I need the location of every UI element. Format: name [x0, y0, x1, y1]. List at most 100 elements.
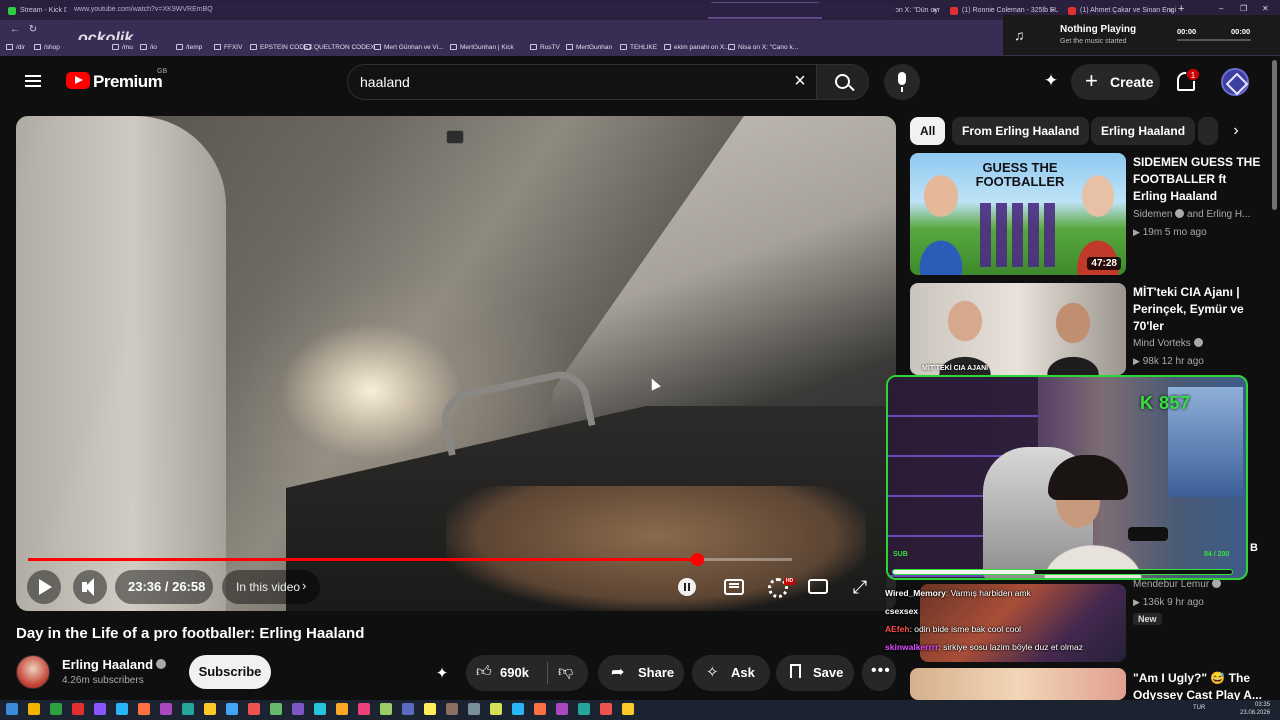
taskbar-app-icon[interactable] — [94, 703, 106, 715]
play-icon[interactable] — [27, 570, 61, 604]
taskbar-app-icon[interactable] — [226, 703, 238, 715]
taskbar-app-icon[interactable] — [28, 703, 40, 715]
volume-icon[interactable] — [73, 570, 107, 604]
taskbar-app-icon[interactable] — [182, 703, 194, 715]
recommended-channel[interactable]: Sidemen and Erling H... — [1133, 209, 1250, 220]
taskbar-app-icon[interactable] — [6, 703, 18, 715]
autoplay-pause-icon[interactable] — [674, 574, 700, 600]
chip-from-erling-haaland[interactable]: From Erling Haaland — [952, 117, 1090, 145]
back-icon[interactable]: ← — [8, 23, 22, 37]
taskbar-app-icon[interactable] — [204, 703, 216, 715]
taskbar-app-icon[interactable] — [270, 703, 282, 715]
taskbar-app-icon[interactable] — [622, 703, 634, 715]
recommended-channel[interactable]: Mendebur Lemur — [1133, 579, 1221, 590]
taskbar-app-icon[interactable] — [358, 703, 370, 715]
clear-search-icon[interactable]: × — [790, 70, 810, 92]
taskbar-app-icon[interactable] — [50, 703, 62, 715]
bookmark-item[interactable]: ekim panahi on X:... — [664, 42, 731, 54]
taskbar-app-icon[interactable] — [402, 703, 414, 715]
bookmark-label: /mu — [122, 44, 133, 51]
progress-scrubber-handle[interactable] — [690, 553, 704, 566]
bookmark-item[interactable]: QUELTRON CODEX — [304, 42, 375, 54]
subtitles-icon[interactable] — [724, 579, 744, 595]
taskbar-app-icon[interactable] — [138, 703, 150, 715]
like-count[interactable]: 690k — [500, 665, 529, 680]
bookmark-item[interactable]: Mert Günhan ve Vi... — [374, 42, 444, 54]
bookmark-item[interactable]: /shop — [34, 42, 60, 54]
fullscreen-icon[interactable]: ⤢ — [847, 574, 873, 600]
language-indicator[interactable]: TUR — [1193, 705, 1205, 711]
taskbar-app-icon[interactable] — [578, 703, 590, 715]
bookmark-item[interactable]: /dir — [6, 42, 25, 54]
video-player[interactable] — [16, 116, 896, 611]
taskbar-app-icon[interactable] — [512, 703, 524, 715]
close-window-button[interactable]: ✕ — [1262, 4, 1269, 13]
channel-avatar[interactable] — [16, 655, 50, 689]
channel-name[interactable]: Erling Haaland — [62, 657, 153, 672]
bookmark-item[interactable]: RusTV — [530, 42, 560, 54]
theater-mode-icon[interactable] — [808, 579, 828, 594]
video-progress-bar[interactable] — [28, 553, 792, 566]
search-button[interactable] — [816, 64, 869, 100]
url-bar[interactable]: www.youtube.com/watch?v=XK9WVREmBQ — [66, 3, 896, 17]
bookmark-item[interactable]: Nisa on X: "Cano k... — [728, 42, 798, 54]
cast-icon[interactable] — [446, 130, 464, 144]
recommended-channel[interactable]: Mind Vorteks — [1133, 338, 1203, 349]
clock[interactable]: 03:35 23.08.2026 — [1240, 701, 1270, 717]
taskbar-app-icon[interactable] — [468, 703, 480, 715]
recommended-title[interactable]: MİT'teki CIA Ajanı | Perinçek, Eymür ve … — [1133, 284, 1263, 335]
taskbar-app-icon[interactable] — [336, 703, 348, 715]
taskbar-app-icon[interactable] — [534, 703, 546, 715]
search-input[interactable] — [360, 73, 760, 91]
maximize-button[interactable]: ❐ — [1240, 4, 1247, 13]
video-thumbnail[interactable]: MİT'TEKİ CIA AJANI — [910, 283, 1126, 375]
thumbs-down-icon[interactable]: 👎︎ — [558, 663, 573, 681]
thumbs-up-icon[interactable]: 👍︎ — [476, 663, 492, 681]
video-thumbnail[interactable]: GUESS THE FOOTBALLER 47:28 — [910, 153, 1126, 275]
chip-partial[interactable] — [1198, 117, 1218, 145]
bookmark-item[interactable]: /mu — [112, 42, 133, 54]
video-thumbnail[interactable] — [910, 668, 1126, 700]
chip-all[interactable]: All — [910, 117, 946, 145]
subscribe-button[interactable]: Subscribe — [189, 655, 271, 689]
bookmark-item[interactable]: FFXIV — [214, 42, 242, 54]
recommended-title[interactable]: SIDEMEN GUESS THE FOOTBALLER ft Erling H… — [1133, 154, 1263, 205]
youtube-premium-logo[interactable]: Premium — [93, 72, 163, 92]
youtube-logo-icon[interactable] — [66, 72, 90, 89]
taskbar-app-icon[interactable] — [292, 703, 304, 715]
taskbar-app-icon[interactable] — [72, 703, 84, 715]
hamburger-menu-icon[interactable] — [24, 72, 42, 90]
recommended-channel-name: Mendebur Lemur — [1133, 579, 1210, 590]
bookmark-item[interactable]: /io — [140, 42, 157, 54]
taskbar-app-icon[interactable] — [600, 703, 612, 715]
taskbar-app-icon[interactable] — [556, 703, 568, 715]
taskbar-app-icon[interactable] — [490, 703, 502, 715]
taskbar-app-icon[interactable] — [160, 703, 172, 715]
minimize-button[interactable]: – — [1219, 4, 1223, 13]
reload-icon[interactable]: ↻ — [26, 23, 40, 37]
chip-erling-haaland[interactable]: Erling Haaland — [1091, 117, 1196, 145]
recommended-meta-text: 136k 9 hr ago — [1142, 597, 1204, 608]
taskbar-app-icon[interactable] — [424, 703, 436, 715]
taskbar-app-icon[interactable] — [248, 703, 260, 715]
page-scrollbar[interactable] — [1272, 60, 1277, 210]
tab-close-icon[interactable]: × — [932, 2, 937, 19]
recommended-title[interactable]: "Am I Ugly?" 😅 The Odyssey Cast Play A..… — [1133, 670, 1263, 700]
folder-icon — [620, 44, 627, 50]
chevron-right-icon[interactable]: › — [1224, 117, 1248, 145]
bookmark-item[interactable]: TEHLIKE — [620, 42, 657, 54]
gemini-action-icon[interactable]: ✦ — [432, 664, 452, 684]
taskbar-app-icon[interactable] — [116, 703, 128, 715]
taskbar-app-icon[interactable] — [446, 703, 458, 715]
bookmark-item[interactable]: MertGunhan | Kick — [450, 42, 514, 54]
new-tab-button[interactable]: + — [1178, 3, 1184, 15]
gemini-sparkle-icon[interactable]: ✦ — [1040, 70, 1062, 92]
ask-label: Ask — [731, 665, 755, 680]
tab-favicon-icon — [1068, 7, 1076, 15]
voice-search-mic-icon[interactable] — [884, 64, 920, 100]
account-avatar[interactable] — [1221, 68, 1249, 96]
bookmark-item[interactable]: /temp — [176, 42, 202, 54]
bookmark-item[interactable]: MertGunhan — [566, 42, 612, 54]
taskbar-app-icon[interactable] — [380, 703, 392, 715]
taskbar-app-icon[interactable] — [314, 703, 326, 715]
